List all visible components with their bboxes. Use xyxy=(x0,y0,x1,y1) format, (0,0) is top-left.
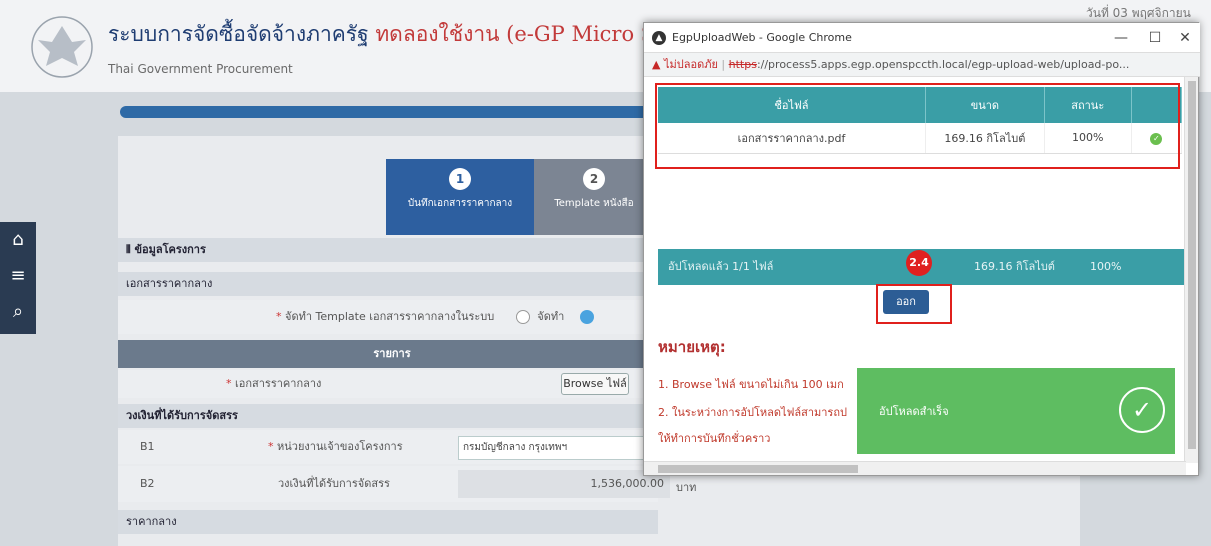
summary-percent: 100% xyxy=(1090,260,1122,273)
price-section: ราคากลาง xyxy=(118,510,658,534)
popup-titlebar: ▲ EgpUploadWeb - Google Chrome — ☐ ✕ xyxy=(644,23,1200,53)
step-badge: 2.4 xyxy=(906,250,932,276)
horizontal-scrollbar[interactable] xyxy=(644,461,1186,475)
minimize-icon[interactable]: — xyxy=(1104,27,1138,49)
step-label: บันทึกเอกสารราคากลาง xyxy=(407,198,513,209)
step-label: Template หนังสือ xyxy=(554,198,634,209)
toast-message: อัปโหลดสำเร็จ xyxy=(879,405,949,418)
project-section-header: ⫴ ข้อมูลโครงการ xyxy=(118,238,658,262)
b1-field[interactable]: กรมบัญชีกลาง กรุงเทพฯ xyxy=(458,436,658,460)
b2-field: 1,536,000.00 xyxy=(458,470,670,498)
browse-file-button[interactable]: Browse ไฟล์ xyxy=(561,373,629,395)
b2-unit: บาท xyxy=(676,481,697,494)
remark-line: 2. ในระหว่างการอัปโหลดไฟล์สามารถป xyxy=(658,406,847,419)
step-2-tab[interactable]: 2 Template หนังสือ xyxy=(534,159,654,235)
budget-section: วงเงินที่ได้รับการจัดสรร xyxy=(118,404,658,428)
garuda-logo xyxy=(31,16,93,78)
page-subtitle: Thai Government Procurement xyxy=(108,62,293,76)
ref-doc-section: เอกสารราคากลาง xyxy=(118,272,658,296)
remark-line: 1. Browse ไฟล์ ขนาดไม่เกิน 100 เมก xyxy=(658,378,844,391)
sidebar: ⌂ ≡ ⌕ xyxy=(0,222,36,334)
maximize-icon[interactable]: ☐ xyxy=(1138,27,1172,49)
step-1-tab[interactable]: 1 บันทึกเอกสารราคากลาง xyxy=(386,159,534,235)
app-icon: ▲ xyxy=(652,31,666,45)
highlight-box-table xyxy=(655,83,1180,169)
remark-title: หมายเหตุ: xyxy=(658,338,726,356)
summary-count: อัปโหลดแล้ว 1/1 ไฟล์ xyxy=(668,260,774,273)
search-icon[interactable]: ⌕ xyxy=(0,294,36,330)
warning-icon: ▲ xyxy=(652,58,664,71)
address-bar[interactable]: ▲ ไม่ปลอดภัย | https://process5.apps.egp… xyxy=(644,53,1200,77)
remark-line: ให้ทำการบันทึกชั่วคราว xyxy=(658,432,771,445)
vertical-scrollbar[interactable] xyxy=(1184,77,1198,463)
step-number: 2 xyxy=(583,168,605,190)
check-circle-icon: ✓ xyxy=(1119,387,1165,433)
summary-size: 169.16 กิโลไบต์ xyxy=(974,260,1055,273)
success-toast: อัปโหลดสำเร็จ ✓ xyxy=(857,368,1175,454)
menu-icon[interactable]: ≡ xyxy=(0,258,36,294)
template-radio[interactable] xyxy=(515,310,530,324)
highlight-box-button xyxy=(876,284,952,324)
close-icon[interactable]: ✕ xyxy=(1168,27,1202,49)
page-title: ระบบการจัดซื้อจัดจ้างภาครัฐ ทดลองใช้งาน … xyxy=(108,22,708,46)
template-radio-selected[interactable] xyxy=(579,310,594,324)
progress-bar xyxy=(120,106,660,118)
list-header: รายการ xyxy=(118,340,658,368)
home-icon[interactable]: ⌂ xyxy=(0,222,36,258)
template-row: * จัดทำ Template เอกสารราคากลางในระบบ จั… xyxy=(118,300,658,334)
popup-title: EgpUploadWeb - Google Chrome xyxy=(672,31,852,44)
step-number: 1 xyxy=(449,168,471,190)
